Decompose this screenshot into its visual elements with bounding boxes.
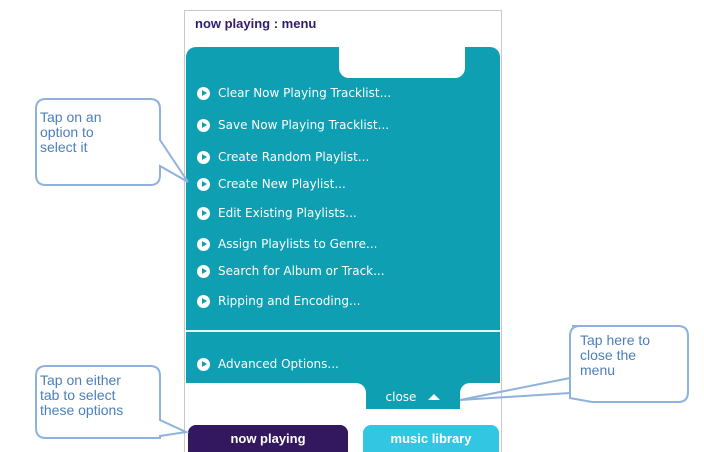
- callout-select-option: Tap on an option to select it: [40, 109, 102, 155]
- callout-pointer-close-menu: [459, 377, 571, 401]
- callout-tabs: Tap on either tab to select these option…: [40, 372, 124, 418]
- callout-close-menu: Tap here to close the menu: [580, 332, 651, 378]
